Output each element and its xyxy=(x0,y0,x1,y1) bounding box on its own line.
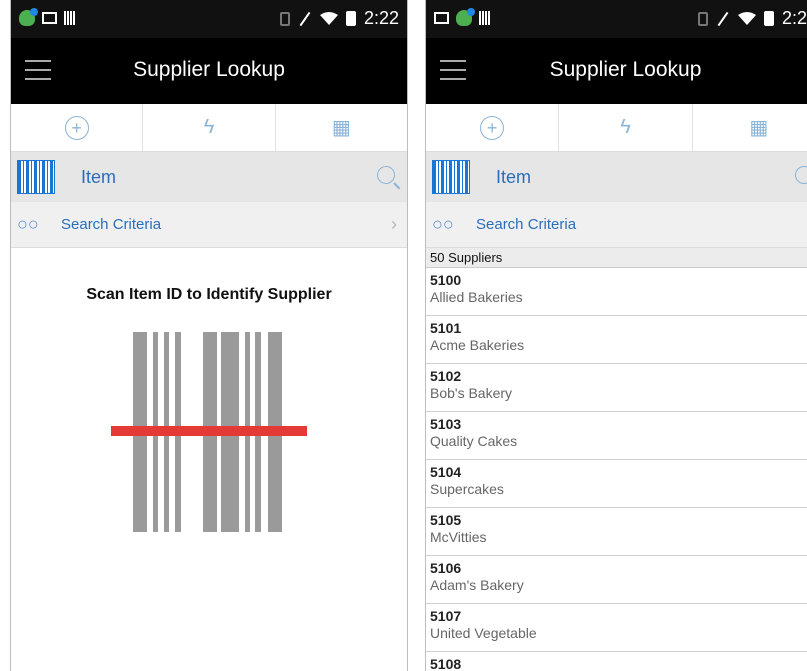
add-circle-icon: + xyxy=(480,115,505,140)
image-notification-icon xyxy=(42,12,57,24)
android-notification-icon xyxy=(456,8,475,26)
lightning-action-button[interactable]: ϟ xyxy=(559,104,693,151)
supplier-row[interactable]: 5101 Acme Bakeries › xyxy=(426,316,807,364)
barcode-icon xyxy=(17,160,55,194)
page-title: Supplier Lookup xyxy=(133,58,285,81)
search-criteria-row[interactable]: ○○ Search Criteria › xyxy=(426,202,807,248)
supplier-name: Bob's Bakery xyxy=(430,385,513,401)
results-count: 50 Suppliers xyxy=(426,248,807,268)
battery-icon xyxy=(345,11,356,26)
supplier-id: 5103 xyxy=(430,416,462,432)
chevron-right-icon: › xyxy=(391,214,397,234)
supplier-id: 5101 xyxy=(430,320,462,336)
search-criteria-row[interactable]: ○○ Search Criteria › xyxy=(11,202,407,248)
status-time: 2:22 xyxy=(781,8,807,28)
supplier-row[interactable]: 5102 Bob's Bakery › xyxy=(426,364,807,412)
status-time: 2:22 xyxy=(363,8,399,28)
supplier-row[interactable]: 5106 Adam's Bakery › xyxy=(426,556,807,604)
android-notification-icon xyxy=(19,8,38,26)
image-notification-icon xyxy=(434,12,449,24)
wifi-icon xyxy=(319,11,338,25)
app-bar: Supplier Lookup xyxy=(11,38,407,104)
supplier-id: 5106 xyxy=(430,560,462,576)
cube-action-button[interactable]: ▦ xyxy=(276,104,407,151)
vibrate-icon xyxy=(697,11,708,26)
scan-laser-line xyxy=(111,426,307,436)
phone-screen-scan: 2:22 Supplier Lookup + ϟ ▦ Item ○○ Searc… xyxy=(10,0,408,671)
action-bar: + ϟ ▦ xyxy=(426,104,807,152)
mute-icon xyxy=(716,12,730,26)
add-circle-icon: + xyxy=(64,115,89,140)
supplier-name: Supercakes xyxy=(430,481,504,497)
add-action-button[interactable]: + xyxy=(426,104,560,151)
scan-area: Scan Item ID to Identify Supplier xyxy=(11,248,407,668)
barcode-notification-icon xyxy=(64,11,76,25)
supplier-list: 5100 Allied Bakeries › 5101 Acme Bakerie… xyxy=(426,268,807,671)
supplier-row[interactable]: 5105 McVitties › xyxy=(426,508,807,556)
supplier-row[interactable]: 5100 Allied Bakeries › xyxy=(426,268,807,316)
vibrate-icon xyxy=(279,11,290,26)
supplier-row[interactable]: 5107 United Vegetable › xyxy=(426,604,807,652)
wifi-icon xyxy=(737,11,756,25)
supplier-name: McVitties xyxy=(430,529,487,545)
supplier-row[interactable]: 5108 xyxy=(426,652,807,671)
item-label: Item xyxy=(81,166,117,187)
glasses-icon: ○○ xyxy=(432,214,454,234)
supplier-id: 5104 xyxy=(430,464,462,480)
action-bar: + ϟ ▦ xyxy=(11,104,407,152)
supplier-id: 5105 xyxy=(430,512,462,528)
supplier-id: 5107 xyxy=(430,608,462,624)
battery-icon xyxy=(763,11,774,26)
lightning-icon: ϟ xyxy=(203,116,215,138)
lightning-icon: ϟ xyxy=(620,116,631,138)
supplier-row[interactable]: 5104 Supercakes › xyxy=(426,460,807,508)
supplier-name: Adam's Bakery xyxy=(430,577,524,593)
item-label: Item xyxy=(496,166,532,187)
cube-action-button[interactable]: ▦ xyxy=(693,104,807,151)
supplier-row[interactable]: 5103 Quality Cakes › xyxy=(426,412,807,460)
scan-prompt: Scan Item ID to Identify Supplier xyxy=(86,286,332,303)
cube-icon: ▦ xyxy=(331,117,351,139)
mute-icon xyxy=(298,12,312,26)
supplier-name: United Vegetable xyxy=(430,625,537,641)
add-action-button[interactable]: + xyxy=(11,104,144,151)
status-bar: 2:22 xyxy=(11,0,407,38)
search-criteria-label: Search Criteria xyxy=(61,216,162,233)
barcode-icon xyxy=(432,160,470,194)
supplier-name: Acme Bakeries xyxy=(430,337,525,353)
phone-screen-results: 2:22 Supplier Lookup + ϟ ▦ Item ○○ Searc… xyxy=(425,0,807,671)
item-search-row[interactable]: Item xyxy=(426,152,807,202)
supplier-id: 5102 xyxy=(430,368,462,384)
supplier-name: Quality Cakes xyxy=(430,433,518,449)
app-bar: Supplier Lookup xyxy=(426,38,807,104)
supplier-name: Allied Bakeries xyxy=(430,289,523,305)
supplier-id: 5100 xyxy=(430,272,462,288)
status-bar: 2:22 xyxy=(426,0,807,38)
glasses-icon: ○○ xyxy=(17,214,39,234)
page-title: Supplier Lookup xyxy=(549,58,702,81)
item-search-row[interactable]: Item xyxy=(11,152,407,202)
lightning-action-button[interactable]: ϟ xyxy=(143,104,276,151)
search-criteria-label: Search Criteria xyxy=(476,216,577,233)
supplier-id: 5108 xyxy=(430,656,462,671)
search-icon[interactable] xyxy=(795,166,807,184)
barcode-notification-icon xyxy=(479,11,491,25)
cube-icon: ▦ xyxy=(749,117,769,139)
search-icon[interactable] xyxy=(377,166,395,184)
